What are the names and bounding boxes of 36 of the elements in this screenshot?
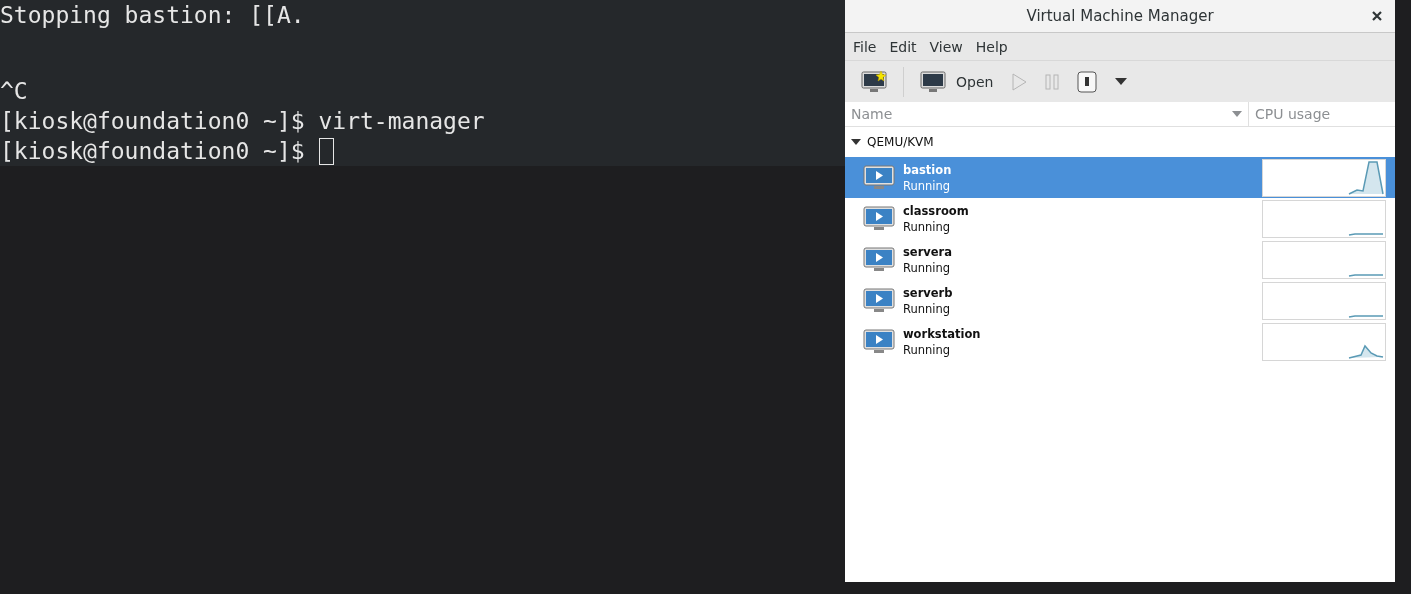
vm-play-icon [863,328,895,355]
menu-item[interactable]: File [849,38,881,55]
sort-caret-icon [1232,111,1242,117]
vm-name: classroom [903,202,970,219]
open-button[interactable]: Open [914,66,1000,97]
pause-icon [1045,73,1060,90]
vm-status: Running [903,300,952,317]
terminal-line: [kiosk@foundation0 ~]$ virt-manager [0,107,485,136]
new-vm-icon [861,70,887,93]
group-label: QEMU/KVM [867,135,934,149]
menu-item[interactable]: Help [971,38,1012,55]
terminal-line: Stopping bastion: [[A. [0,1,305,30]
expander-icon[interactable] [851,137,861,147]
vm-play-icon [863,164,895,191]
vm-name: serverb [903,284,954,301]
play-icon [1011,72,1028,91]
vm-status: Running [903,259,952,276]
menu-item[interactable]: View [925,38,967,55]
terminal-line: ^C [0,77,28,106]
menu-item[interactable]: Edit [885,38,921,55]
vm-name: workstation [903,325,982,342]
vm-status: Running [903,177,952,194]
window-title: Virtual Machine Manager [1026,7,1214,25]
vm-status: Running [903,218,952,235]
terminal-line: [kiosk@foundation0 ~]$ [0,137,306,166]
power-switch-icon [1077,70,1098,93]
caret-icon [1115,77,1128,86]
vm-name: servera [903,243,954,260]
text-cursor [318,137,334,165]
vm-name: bastion [903,161,953,178]
monitor-icon [920,70,946,93]
vm-play-icon [863,246,895,273]
vm-status: Running [903,341,952,358]
vm-play-icon [863,205,895,232]
vm-play-icon [863,287,895,314]
close-icon[interactable] [1372,11,1382,21]
